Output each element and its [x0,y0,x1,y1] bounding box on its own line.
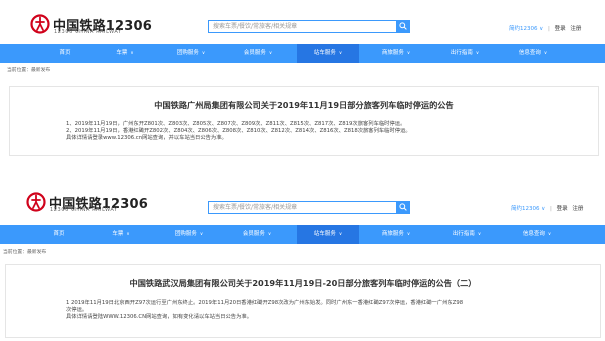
register-link[interactable]: 注册 [570,26,581,32]
search-button[interactable] [396,20,410,33]
notice-line: 1 2019年11月19日北京西开Z97次运行至广州东终止。2019年11月20… [66,300,464,306]
user-bar: 简约12306 ∨ | 登录 注册 [509,24,581,34]
logo-text-en: 12306 CHINA RAILWAY [54,29,122,35]
nav-item-label: 团购服务 [174,231,197,237]
nav-item-label: 商旅服务 [381,50,404,56]
breadcrumb: 当前位置：最新发布 [7,68,51,73]
nav-item-business[interactable]: 商旅服务 ∨ [366,225,426,244]
nav-item-label: 商旅服务 [381,231,404,237]
lang-caret-icon: ∨ [541,206,546,212]
nav-item-label: 首页 [53,231,65,237]
notice-line: 2、2019年11月19日，香港红磡开Z802次、Z804次、Z806次、Z80… [66,128,411,134]
register-link[interactable]: 注册 [572,206,583,212]
nav-item-member[interactable]: 会员服务 ∨ [228,44,288,63]
main-nav: 首页 车票 ∨ 团购服务 ∨ 会员服务 ∨ 站车服务 ∨ 商旅服务 ∨ 出行指南 ∨ 信息查… [0,225,605,244]
nav-item-label: 车票 [116,50,128,56]
nav-item-station[interactable]: 站车服务 ∨ [297,44,359,63]
login-link[interactable]: 登录 [557,206,568,212]
chevron-down-icon: ∨ [201,51,206,56]
nav-item-home[interactable]: 首页 [32,225,86,244]
nav-item-label: 会员服务 [243,50,266,56]
nav-item-label: 出行指南 [452,231,475,237]
nav-item-guide[interactable]: 出行指南 ∨ [435,44,495,63]
notice-line: 次停运。 [66,307,88,313]
nav-item-label: 站车服务 [313,50,336,56]
nav-item-label: 会员服务 [242,231,265,237]
breadcrumb: 当前位置：最新发布 [3,250,47,255]
login-link[interactable]: 登录 [555,26,566,32]
chevron-down-icon: ∨ [547,232,552,237]
nav-item-query[interactable]: 信息查询 ∨ [506,225,568,244]
search-input[interactable] [209,202,397,213]
search-input[interactable] [209,21,397,32]
chevron-down-icon: ∨ [406,232,411,237]
nav-item-tickets[interactable]: 车票 ∨ [94,225,148,244]
chevron-down-icon: ∨ [268,51,273,56]
nav-item-label: 站车服务 [313,231,336,237]
site-header: 中国铁路12306 12306 CHINA RAILWAY 简约12306 ∨ … [0,180,605,224]
notice-box: 中国铁路武汉局集团有限公司关于2019年11月19日-20日部分旅客列车临时停运… [5,264,601,338]
chevron-down-icon: ∨ [126,232,130,237]
lang-caret-icon: ∨ [539,26,544,32]
notice-line: 具体详情请登陆WWW.12306.CN网站查询，如有变化请以车站当日公告为准。 [66,314,253,320]
nav-item-group[interactable]: 团购服务 ∨ [160,44,222,63]
notice-title: 中国铁路武汉局集团有限公司关于2019年11月19日-20日部分旅客列车临时停运… [129,278,477,288]
lang-select[interactable]: 简约12306 [511,206,540,212]
user-bar-divider: | [550,206,552,212]
nav-item-label: 团购服务 [176,50,199,56]
railway-logo-icon [26,192,46,212]
search-icon [399,22,407,30]
nav-item-label: 车票 [112,231,124,237]
chevron-down-icon: ∨ [338,232,343,237]
nav-item-group[interactable]: 团购服务 ∨ [158,225,220,244]
chevron-down-icon: ∨ [199,232,204,237]
page-panel-wuhan: 中国铁路12306 12306 CHINA RAILWAY 简约12306 ∨ … [0,180,605,341]
nav-item-label: 出行指南 [450,50,473,56]
nav-item-label: 信息查询 [518,50,541,56]
main-nav: 首页 车票 ∨ 团购服务 ∨ 会员服务 ∨ 站车服务 ∨ 商旅服务 ∨ 出行指南 ∨ 信息查… [0,44,605,63]
site-logo[interactable]: 中国铁路12306 12306 CHINA RAILWAY [26,192,148,216]
chevron-down-icon: ∨ [338,51,343,56]
search-box [208,201,410,214]
chevron-down-icon: ∨ [475,51,480,56]
nav-item-label: 首页 [59,50,71,56]
site-header: 中国铁路12306 12306 CHINA RAILWAY 简约12306 ∨ … [0,0,605,44]
search-box [208,20,410,33]
chevron-down-icon: ∨ [477,232,482,237]
nav-item-home[interactable]: 首页 [38,44,92,63]
nav-item-label: 信息查询 [522,231,545,237]
logo-text-en: 12306 CHINA RAILWAY [50,207,118,213]
nav-item-station[interactable]: 站车服务 ∨ [297,225,359,244]
search-button[interactable] [396,201,410,214]
chevron-down-icon: ∨ [543,51,548,56]
nav-item-member[interactable]: 会员服务 ∨ [227,225,287,244]
notice-title: 中国铁路广州局集团有限公司关于2019年11月19日部分旅客列车临时停运的公告 [154,100,454,110]
page-panel-guangzhou: 中国铁路12306 12306 CHINA RAILWAY 简约12306 ∨ … [0,0,605,162]
railway-logo-icon [30,14,50,34]
nav-item-tickets[interactable]: 车票 ∨ [98,44,152,63]
site-logo[interactable]: 中国铁路12306 12306 CHINA RAILWAY [30,14,152,38]
nav-item-guide[interactable]: 出行指南 ∨ [437,225,497,244]
notice-line: 具体详情请登录www.12306.cn网站查询，并以车站当日公告为准。 [66,135,227,141]
lang-select[interactable]: 简约12306 [509,26,538,32]
notice-line: 1、2019年11月19日，广州东开Z801次、Z803次、Z805次、Z807… [66,121,406,127]
user-bar-divider: | [548,26,550,32]
nav-item-query[interactable]: 信息查询 ∨ [502,44,564,63]
nav-item-business[interactable]: 商旅服务 ∨ [366,44,426,63]
chevron-down-icon: ∨ [130,51,134,56]
chevron-down-icon: ∨ [267,232,272,237]
chevron-down-icon: ∨ [406,51,411,56]
user-bar: 简约12306 ∨ | 登录 注册 [511,204,583,214]
search-icon [399,203,407,211]
notice-box: 中国铁路广州局集团有限公司关于2019年11月19日部分旅客列车临时停运的公告 … [9,86,599,156]
